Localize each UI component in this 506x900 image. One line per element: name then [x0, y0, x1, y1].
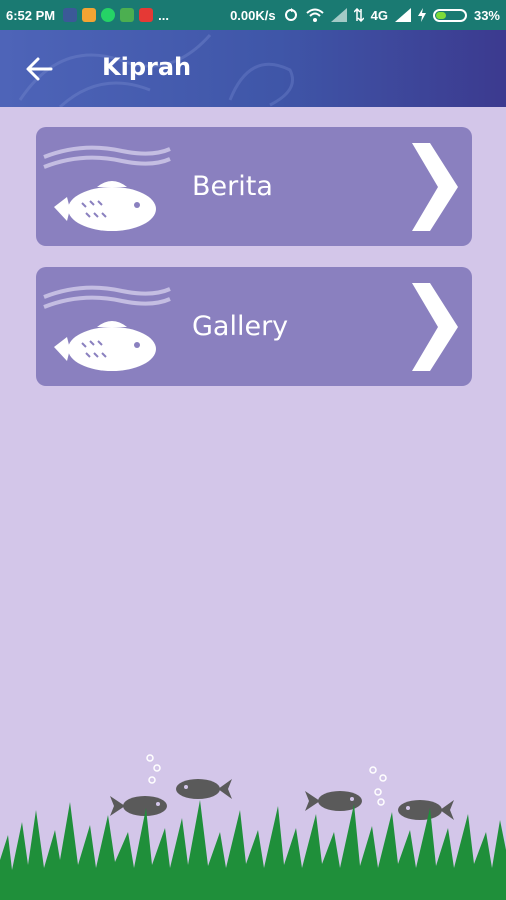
network-speed: 0.00K/s [230, 7, 276, 23]
notification-icons: ... [63, 8, 169, 23]
facebook-icon [63, 8, 78, 22]
signal-icon-2 [394, 8, 411, 22]
appbar-decoration [18, 34, 294, 107]
whatsapp-icon [101, 8, 116, 22]
notification-icon [139, 8, 154, 22]
small-fish [176, 779, 232, 799]
sync-icon [284, 8, 297, 21]
page-title: Kiprah [102, 53, 192, 81]
menu-item-berita[interactable]: Berita [36, 127, 472, 246]
small-fish-group [110, 779, 454, 820]
messages-icon [120, 8, 135, 22]
menu-item-label: Gallery [192, 311, 289, 342]
charging-icon [417, 8, 426, 22]
status-time: 6:52 PM [6, 7, 56, 23]
status-bar: 6:52 PM ... 0.00K/s 4G 33% [0, 0, 506, 30]
menu-item-label: Berita [192, 171, 273, 202]
data-arrows-icon [353, 8, 364, 22]
chevron-right-icon [412, 143, 458, 231]
small-fish [398, 800, 454, 820]
chevron-right-icon [412, 283, 458, 371]
wifi-icon [305, 8, 324, 22]
signal-icon [330, 8, 347, 22]
app-bar: Kiprah [0, 30, 506, 107]
app-icon [82, 8, 97, 22]
underwater-scene [0, 754, 506, 900]
network-type: 4G [370, 7, 388, 23]
battery-percent: 33% [473, 7, 500, 23]
menu-item-gallery[interactable]: Gallery [36, 267, 472, 386]
more-notifications: ... [158, 7, 169, 23]
fish-icon [43, 145, 171, 231]
seaweed-grass [0, 800, 506, 900]
small-fish [110, 796, 167, 816]
battery-icon [432, 8, 467, 22]
fish-icon [43, 285, 171, 371]
back-arrow-icon[interactable] [24, 54, 54, 84]
